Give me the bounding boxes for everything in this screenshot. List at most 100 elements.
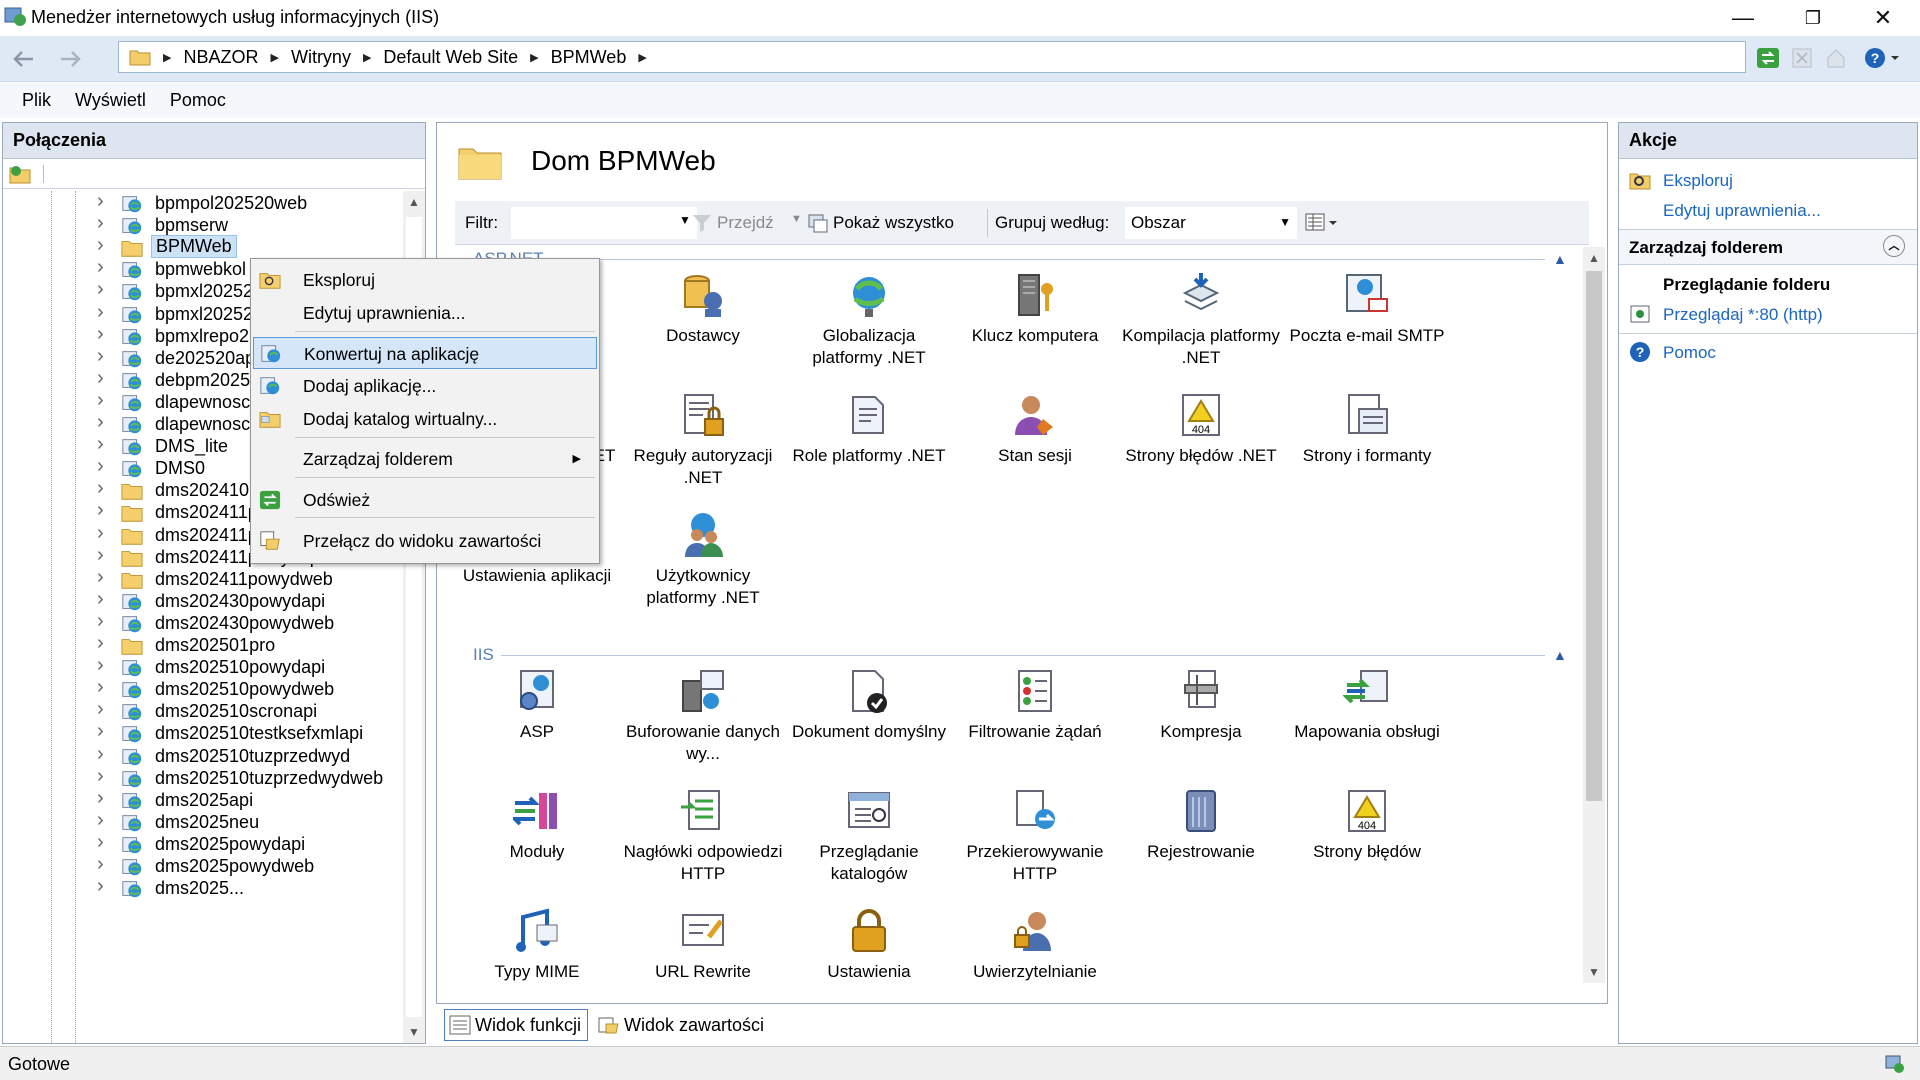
expand-chevron-icon[interactable]: › [97,743,104,766]
expand-chevron-icon[interactable]: › [97,499,104,522]
expand-chevron-icon[interactable]: › [97,853,104,876]
back-button[interactable] [6,43,40,75]
feature-item[interactable]: Typy MIME [455,907,619,983]
menu-item-6[interactable]: Odśwież [253,484,597,516]
expand-chevron-icon[interactable]: › [97,389,104,412]
feature-item[interactable]: Kompresja [1119,667,1283,743]
feature-item[interactable]: Nagłówki odpowiedzi HTTP [621,787,785,885]
menu-item-7[interactable]: Przełącz do widoku zawartości [253,525,597,557]
expand-chevron-icon[interactable]: › [97,323,104,346]
expand-chevron-icon[interactable]: › [97,522,104,545]
menu-item-4[interactable]: Dodaj katalog wirtualny... [253,403,597,435]
view-mode-icon[interactable] [1305,213,1341,233]
feature-item[interactable]: Użytkownicy platformy .NET [621,511,785,609]
collapse-icon[interactable]: ︿ [1883,235,1905,257]
breadcrumb-site[interactable]: Default Web Site [383,47,518,68]
filter-dropdown-icon[interactable]: ▼ [679,213,691,227]
feature-item[interactable]: Role platformy .NET [787,391,951,467]
expand-chevron-icon[interactable]: › [97,278,104,301]
expand-chevron-icon[interactable]: › [97,654,104,677]
feature-item[interactable]: Strony i formanty [1285,391,1449,467]
feature-item[interactable]: Ustawienia [787,907,951,983]
expand-chevron-icon[interactable]: › [97,234,104,257]
menu-item-2[interactable]: Konwertuj na aplikację [253,337,597,369]
tab-features-view[interactable]: Widok funkcji [444,1009,589,1041]
expand-chevron-icon[interactable]: › [97,477,104,500]
menu-item-5[interactable]: Zarządzaj folderem ▶ [253,443,597,475]
go-dropdown-icon[interactable]: ▼ [791,213,802,225]
forward-button[interactable] [54,43,88,75]
expand-chevron-icon[interactable]: › [97,455,104,478]
menu-help[interactable]: Pomoc [170,90,226,111]
expand-chevron-icon[interactable]: › [97,191,104,213]
feature-item[interactable]: Dostawcy [621,271,785,347]
feature-item[interactable]: Uwierzytelnianie [953,907,1117,983]
tab-content-view[interactable]: Widok zawartości [594,1009,770,1041]
scroll-down-icon[interactable]: ▼ [1588,965,1600,979]
expand-chevron-icon[interactable]: › [97,411,104,434]
action-help[interactable]: Pomoc [1663,343,1716,363]
feature-item[interactable]: Poczta e-mail SMTP [1285,271,1449,347]
menu-item-3[interactable]: Dodaj aplikację... [253,370,597,402]
expand-chevron-icon[interactable]: › [97,588,104,611]
expand-chevron-icon[interactable]: › [97,566,104,589]
breadcrumb-server[interactable]: NBAZOR [183,47,258,68]
expand-chevron-icon[interactable]: › [97,720,104,743]
feature-item[interactable]: Przeglądanie katalogów [787,787,951,885]
expand-chevron-icon[interactable]: › [97,765,104,788]
scroll-down-icon[interactable]: ▼ [408,1025,420,1039]
home-toolbar-button[interactable] [1822,44,1850,72]
restore-button[interactable]: ❐ [1778,0,1848,36]
feature-item[interactable]: ASP [455,667,619,743]
expand-chevron-icon[interactable]: › [97,632,104,655]
scroll-up-icon[interactable]: ▲ [1588,251,1600,265]
scrollbar-thumb[interactable] [1586,271,1602,801]
stop-toolbar-button[interactable] [1788,44,1816,72]
feature-item[interactable]: 404 Strony błędów [1285,787,1449,863]
menu-item-0[interactable]: Eksploruj [253,264,597,296]
expand-chevron-icon[interactable]: › [97,610,104,633]
expand-chevron-icon[interactable]: › [97,875,104,898]
expand-chevron-icon[interactable]: › [97,809,104,832]
breadcrumb-folder[interactable]: BPMWeb [551,47,627,68]
manage-folder-section[interactable]: Zarządzaj folderem ︿ [1619,229,1917,265]
feature-item[interactable]: Przekierowywanie HTTP [953,787,1117,885]
scroll-up-icon[interactable]: ▲ [408,195,420,209]
feature-item[interactable]: Dokument domyślny [787,667,951,743]
breadcrumb-sites[interactable]: Witryny [291,47,351,68]
feature-item[interactable]: Kompilacja platformy .NET [1119,271,1283,369]
expand-chevron-icon[interactable]: › [97,544,104,567]
feature-item[interactable]: Buforowanie danych wy... [621,667,785,765]
go-button[interactable]: Przejdź [717,213,774,233]
show-all-button[interactable]: Pokaż wszystko [833,213,954,233]
feature-item[interactable]: Globalizacja platformy .NET [787,271,951,369]
expand-chevron-icon[interactable]: › [97,433,104,456]
address-breadcrumb[interactable]: ▶ NBAZOR ▶ Witryny ▶ Default Web Site ▶ … [118,41,1746,73]
expand-chevron-icon[interactable]: › [97,367,104,390]
feature-item[interactable]: Stan sesji [953,391,1117,467]
tree-node[interactable]: › dms2025... [3,875,405,903]
expand-chevron-icon[interactable]: › [97,301,104,324]
action-explore[interactable]: Eksploruj [1663,171,1733,191]
menu-view[interactable]: Wyświetl [75,90,146,111]
expand-chevron-icon[interactable]: › [97,212,104,235]
collapse-group-icon[interactable]: ▲ [1553,647,1567,663]
feature-item[interactable]: Mapowania obsługi [1285,667,1449,743]
action-edit-permissions[interactable]: Edytuj uprawnienia... [1663,201,1821,221]
feature-item[interactable]: Reguły autoryzacji .NET [621,391,785,489]
minimize-button[interactable]: — [1708,0,1778,36]
feature-item[interactable]: Moduły [455,787,619,863]
features-scrollbar[interactable]: ▲ ▼ [1583,247,1605,983]
expand-chevron-icon[interactable]: › [97,831,104,854]
group-by-select[interactable]: Obszar ▼ [1125,207,1297,239]
collapse-group-icon[interactable]: ▲ [1553,251,1567,267]
filter-input[interactable] [511,207,697,239]
feature-item[interactable]: URL Rewrite [621,907,785,983]
feature-item[interactable]: Klucz komputera [953,271,1117,347]
menu-item-1[interactable]: Edytuj uprawnienia... [253,297,597,329]
menu-file[interactable]: Plik [22,90,51,111]
feature-item[interactable]: Filtrowanie żądań [953,667,1117,743]
refresh-toolbar-button[interactable] [1754,44,1782,72]
feature-item[interactable]: Rejestrowanie [1119,787,1283,863]
expand-chevron-icon[interactable]: › [97,787,104,810]
